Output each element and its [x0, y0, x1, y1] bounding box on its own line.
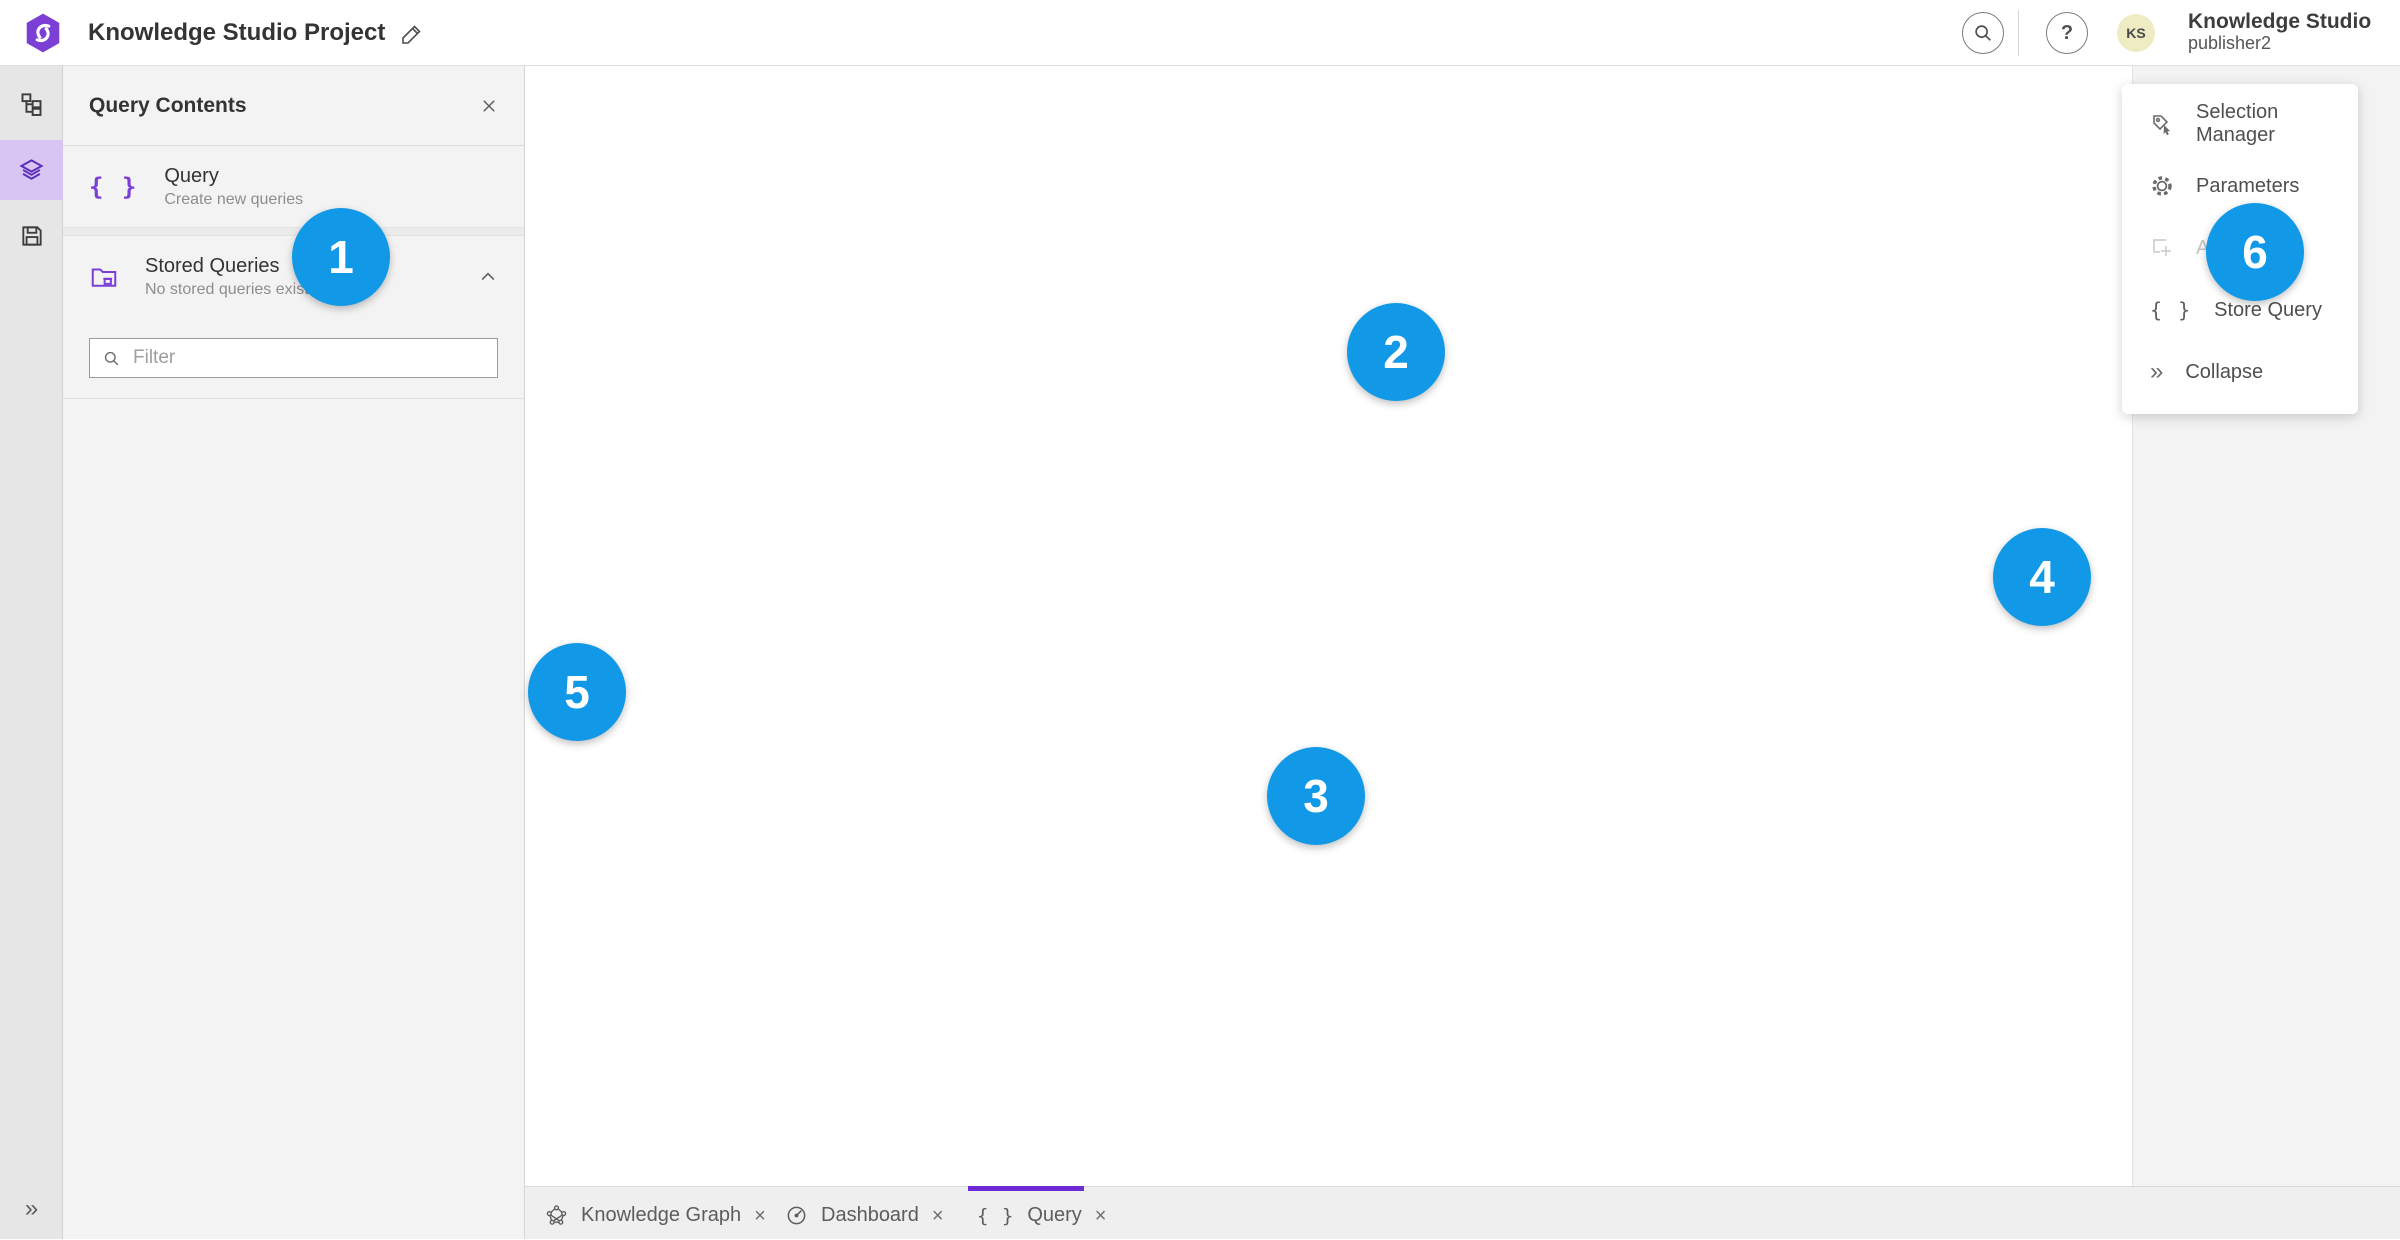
main-area — [525, 66, 2132, 1186]
chevron-up-icon[interactable] — [478, 267, 498, 287]
filter-input[interactable] — [133, 347, 463, 369]
search-icon — [102, 349, 121, 368]
data-model-icon — [18, 91, 45, 118]
left-rail: » — [0, 66, 63, 1239]
edit-title-button[interactable] — [396, 18, 428, 50]
collapse-icon: » — [2150, 358, 2164, 385]
close-tab-icon[interactable]: × — [754, 1206, 766, 1226]
filter-field — [89, 338, 498, 378]
expand-rail-button[interactable]: » — [0, 1187, 63, 1231]
search-button[interactable] — [1962, 12, 2004, 54]
annotation-circle-3: 3 — [1267, 747, 1365, 845]
annotation-circle-2: 2 — [1347, 303, 1445, 401]
user-role: publisher2 — [2188, 33, 2272, 53]
top-bar: Knowledge Studio Project ? KS Knowledge … — [0, 0, 2400, 66]
braces-icon: { } — [2150, 298, 2193, 322]
question-icon: ? — [2060, 21, 2074, 44]
close-panel-button[interactable] — [480, 97, 498, 115]
braces-icon: { } — [977, 1204, 1015, 1227]
dashboard-icon — [785, 1204, 808, 1227]
selection-manager-icon — [2150, 112, 2174, 136]
help-button[interactable]: ? — [2046, 12, 2088, 54]
item-subtitle: Create new queries — [164, 190, 304, 208]
close-tab-icon[interactable]: × — [1095, 1206, 1107, 1226]
tab-query[interactable]: { } Query × — [977, 1191, 1106, 1240]
section-gap — [63, 228, 524, 236]
expand-icon: » — [24, 1195, 39, 1222]
menu-item-collapse[interactable]: » Collapse — [2122, 341, 2358, 403]
item-title: Query — [164, 164, 219, 187]
rail-item-layers[interactable] — [0, 140, 63, 200]
panel-title: Query Contents — [89, 93, 247, 117]
folder-icon — [89, 262, 119, 292]
annotation-circle-4: 4 — [1993, 528, 2091, 626]
annotation-circle-5: 5 — [528, 643, 626, 741]
annotation-circle-6: 6 — [2206, 203, 2304, 301]
page-title: Knowledge Studio Project — [88, 19, 386, 46]
gear-icon — [2150, 174, 2174, 198]
close-icon — [480, 97, 498, 115]
menu-item-selection-manager[interactable]: Selection Manager — [2122, 93, 2358, 155]
add-to-map-icon — [2150, 236, 2174, 260]
layers-icon — [18, 157, 45, 184]
braces-icon: { } — [89, 172, 139, 201]
rail-item-save[interactable] — [0, 206, 63, 266]
annotation-circle-1: 1 — [292, 208, 390, 306]
tab-bar: Knowledge Graph × Dashboard × { } Query … — [525, 1186, 2400, 1239]
panel-item-query[interactable]: { } Query Create new queries — [63, 146, 524, 228]
close-tab-icon[interactable]: × — [932, 1206, 944, 1226]
rail-item-data-model[interactable] — [0, 74, 63, 134]
user-name: Knowledge Studio — [2188, 10, 2372, 33]
divider — [63, 398, 524, 399]
app-logo-icon — [22, 12, 64, 54]
search-icon — [1972, 22, 1994, 44]
topbar-divider — [2018, 10, 2019, 56]
edit-icon — [400, 22, 424, 46]
tab-knowledge-graph[interactable]: Knowledge Graph × — [545, 1191, 766, 1240]
knowledge-graph-icon — [545, 1204, 568, 1227]
save-icon — [19, 223, 45, 249]
avatar[interactable]: KS — [2117, 14, 2155, 52]
tab-dashboard[interactable]: Dashboard × — [785, 1191, 944, 1240]
